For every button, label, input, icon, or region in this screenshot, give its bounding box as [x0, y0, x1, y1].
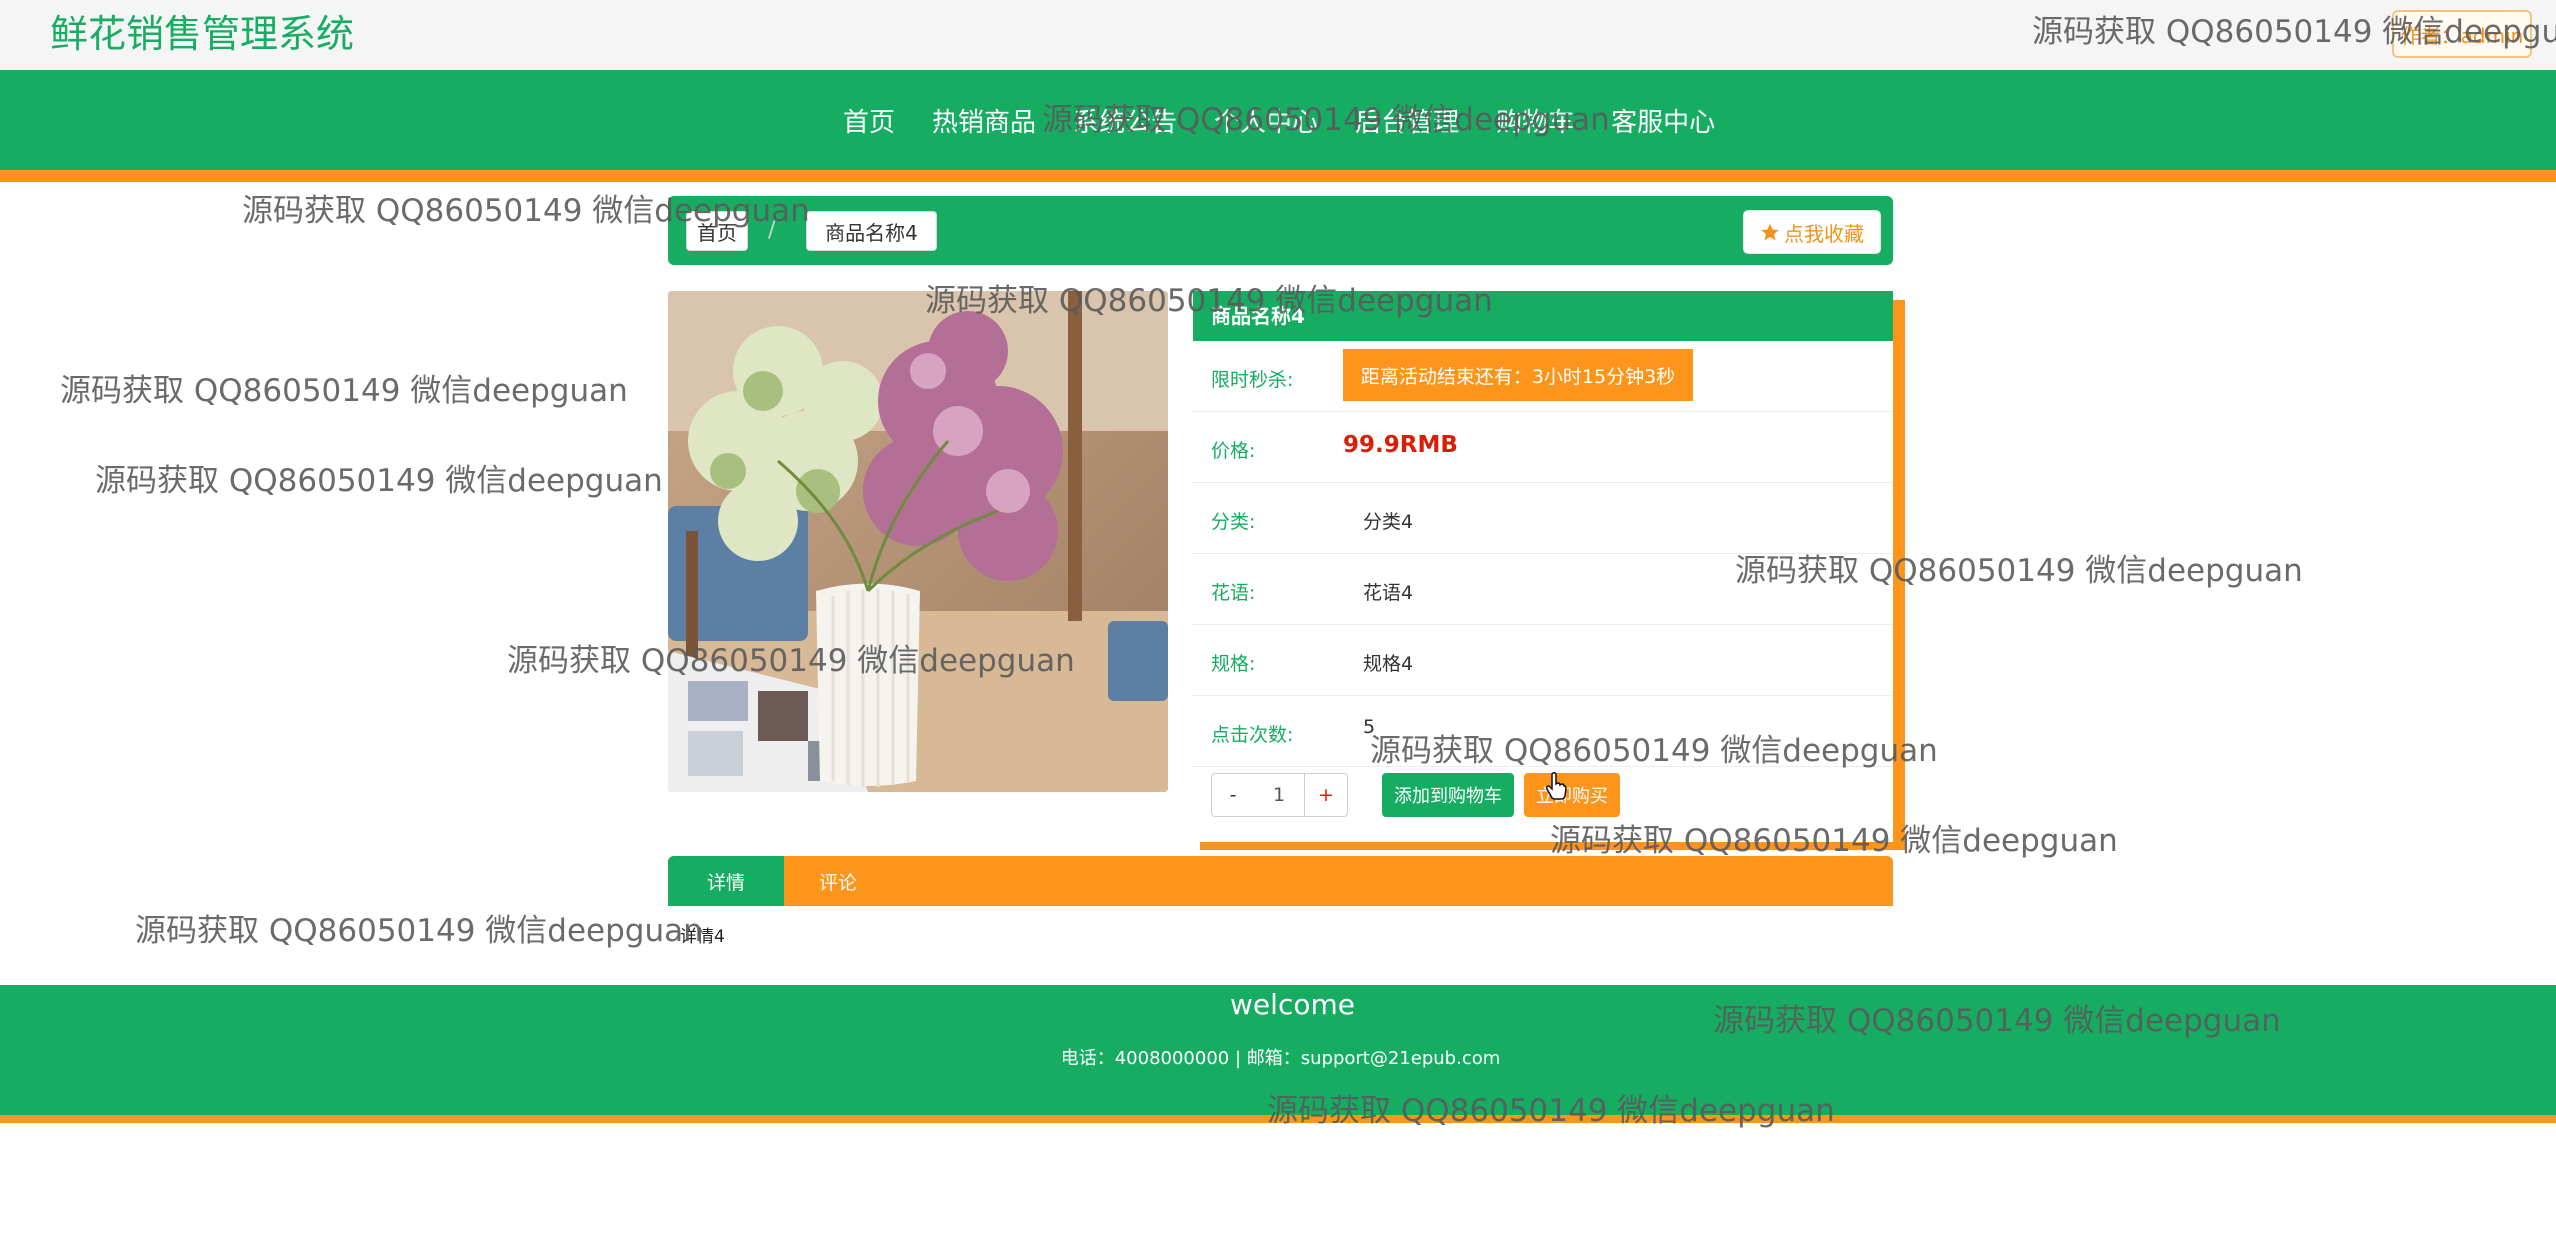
- product-name: 商品名称4: [1193, 291, 1893, 341]
- footer-contact: 电话：4008000000 | 邮箱：support@21epub.com: [1060, 1048, 1501, 1069]
- main-nav: 首页 热销商品 系统公告 个人中心 后台管理 购物车 客服中心: [843, 70, 1752, 170]
- footer-welcome: welcome: [1230, 988, 1355, 1021]
- category-label: 分类:: [1211, 511, 1256, 533]
- watermark: 源码获取 QQ86050149 微信deepguan: [135, 913, 703, 949]
- click-count-label: 点击次数:: [1211, 724, 1294, 746]
- add-to-cart-button[interactable]: 添加到购物车: [1382, 773, 1514, 817]
- top-bar: 鲜花销售管理系统 作者：admin: [0, 0, 2556, 70]
- breadcrumb-separator: /: [768, 218, 776, 243]
- product-image: [668, 291, 1168, 792]
- spec-value: 规格4: [1363, 653, 1414, 675]
- footer-accent-stripe: [0, 1115, 2556, 1123]
- nav-item-cart[interactable]: 购物车: [1496, 102, 1574, 139]
- tab-detail[interactable]: 详情: [668, 856, 784, 906]
- flower-language-value: 花语4: [1363, 582, 1414, 604]
- watermark: 源码获取 QQ86050149 微信deepguan: [60, 373, 628, 409]
- favorite-button[interactable]: 点我收藏: [1743, 210, 1881, 254]
- nav-item-announcements[interactable]: 系统公告: [1073, 102, 1177, 139]
- nav-item-support[interactable]: 客服中心: [1611, 102, 1715, 139]
- favorite-label: 点我收藏: [1784, 221, 1864, 246]
- star-icon: [1761, 223, 1779, 241]
- breadcrumb: 首页 / 商品名称4 点我收藏: [668, 196, 1893, 265]
- flower-language-row: 花语: 花语4: [1193, 554, 1893, 625]
- category-value: 分类4: [1363, 511, 1414, 533]
- flash-sale-row: 限时秒杀: 距离活动结束还有：3小时15分钟3秒: [1193, 341, 1893, 412]
- price-row: 价格: 99.9RMB: [1193, 412, 1893, 483]
- detail-content: 详情4: [680, 927, 725, 947]
- breadcrumb-current[interactable]: 商品名称4: [806, 211, 937, 251]
- breadcrumb-home[interactable]: 首页: [686, 211, 748, 251]
- spec-row: 规格: 规格4: [1193, 625, 1893, 696]
- author-badge[interactable]: 作者：admin: [2392, 10, 2532, 58]
- author-label: 作者：admin: [2400, 23, 2524, 48]
- price-value: 99.9RMB: [1343, 432, 1458, 458]
- quantity-increase-button[interactable]: +: [1304, 773, 1348, 817]
- nav-item-hot-products[interactable]: 热销商品: [932, 102, 1036, 139]
- nav-item-admin[interactable]: 后台管理: [1355, 102, 1459, 139]
- quantity-input[interactable]: 1: [1254, 773, 1304, 817]
- tab-comments[interactable]: 评论: [798, 856, 878, 906]
- buy-now-button[interactable]: 立即购买: [1524, 773, 1620, 817]
- product-info-panel: 商品名称4 限时秒杀: 距离活动结束还有：3小时15分钟3秒 价格: 99.9R…: [1193, 291, 1893, 842]
- quantity-decrease-button[interactable]: -: [1211, 773, 1255, 817]
- detail-tabs: 详情 评论: [668, 856, 1893, 906]
- nav-item-profile[interactable]: 个人中心: [1214, 102, 1318, 139]
- watermark: 源码获取 QQ86050149 微信deepguan: [95, 463, 663, 499]
- flash-sale-label: 限时秒杀:: [1211, 369, 1294, 391]
- mouse-cursor-icon: [1546, 771, 1567, 800]
- click-count-row: 点击次数: 5: [1193, 696, 1893, 767]
- click-count-value: 5: [1363, 716, 1376, 738]
- spec-label: 规格:: [1211, 653, 1256, 675]
- price-label: 价格:: [1211, 440, 1256, 462]
- flower-language-label: 花语:: [1211, 582, 1256, 604]
- flash-countdown: 距离活动结束还有：3小时15分钟3秒: [1343, 349, 1693, 401]
- site-title: 鲜花销售管理系统: [50, 12, 355, 56]
- nav-accent-stripe: [0, 170, 2556, 182]
- nav-item-home[interactable]: 首页: [843, 102, 895, 139]
- category-row: 分类: 分类4: [1193, 483, 1893, 554]
